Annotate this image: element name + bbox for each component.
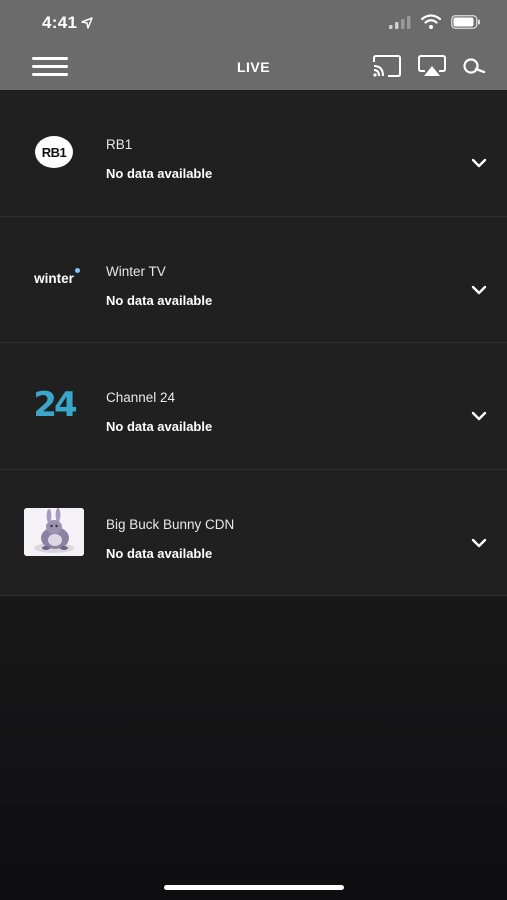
channel-logo: winter <box>22 250 86 308</box>
channel-status: No data available <box>106 166 213 181</box>
airplay-icon <box>418 55 446 76</box>
winter-logo-text: winter <box>34 271 74 286</box>
winter-logo: winter <box>34 268 80 286</box>
status-bar: 4:41 <box>0 0 507 45</box>
location-arrow-icon <box>81 17 93 29</box>
channel-logo <box>22 503 86 561</box>
nav-bar: LIVE <box>0 45 507 90</box>
channel-list: RB1 RB1 No data available winter Winter … <box>0 90 507 596</box>
signal-icon <box>389 15 411 29</box>
wifi-icon <box>421 14 441 29</box>
bunny-thumbnail <box>24 507 84 556</box>
channel-name: Big Buck Bunny CDN <box>106 516 235 532</box>
channel-status: No data available <box>106 545 213 561</box>
cast-button[interactable] <box>372 54 402 80</box>
chevron-down-icon[interactable] <box>471 410 487 422</box>
airplay-button[interactable] <box>417 54 447 80</box>
winter-logo-dot <box>74 268 80 273</box>
chevron-down-icon[interactable] <box>471 157 487 169</box>
screen: 4:41 LIVE RB1 RB1 No data available wint… <box>0 0 507 900</box>
channel-row-big-buck-bunny[interactable]: Big Buck Bunny CDN No data available <box>0 469 507 596</box>
battery-icon <box>451 14 480 29</box>
channel-row-winter-tv[interactable]: winter Winter TV No data available <box>0 216 507 343</box>
channel-logo: RB1 <box>22 123 86 181</box>
channel-status: No data available <box>106 292 213 308</box>
channel-name: Winter TV <box>106 263 166 279</box>
channel-status: No data available <box>106 419 213 434</box>
status-icons <box>389 14 481 29</box>
cast-icon <box>373 55 401 77</box>
channel-24-logo: 24 <box>33 385 77 425</box>
search-button[interactable] <box>461 54 491 80</box>
channel-row-rb1[interactable]: RB1 RB1 No data available <box>0 90 507 217</box>
channel-row-channel-24[interactable]: 24 Channel 24 No data available <box>0 343 507 470</box>
channel-name: RB1 <box>106 137 133 152</box>
bunny-image <box>24 507 84 556</box>
home-indicator[interactable] <box>164 885 344 890</box>
channel-name: Channel 24 <box>106 390 176 405</box>
channel-logo: 24 <box>22 376 86 434</box>
chevron-down-icon[interactable] <box>471 537 487 549</box>
search-icon <box>463 58 486 74</box>
status-time-label: 4:41 <box>42 13 78 32</box>
chevron-down-icon[interactable] <box>471 284 487 296</box>
status-time: 4:41 <box>42 13 93 33</box>
rb1-logo: RB1 <box>35 136 73 168</box>
